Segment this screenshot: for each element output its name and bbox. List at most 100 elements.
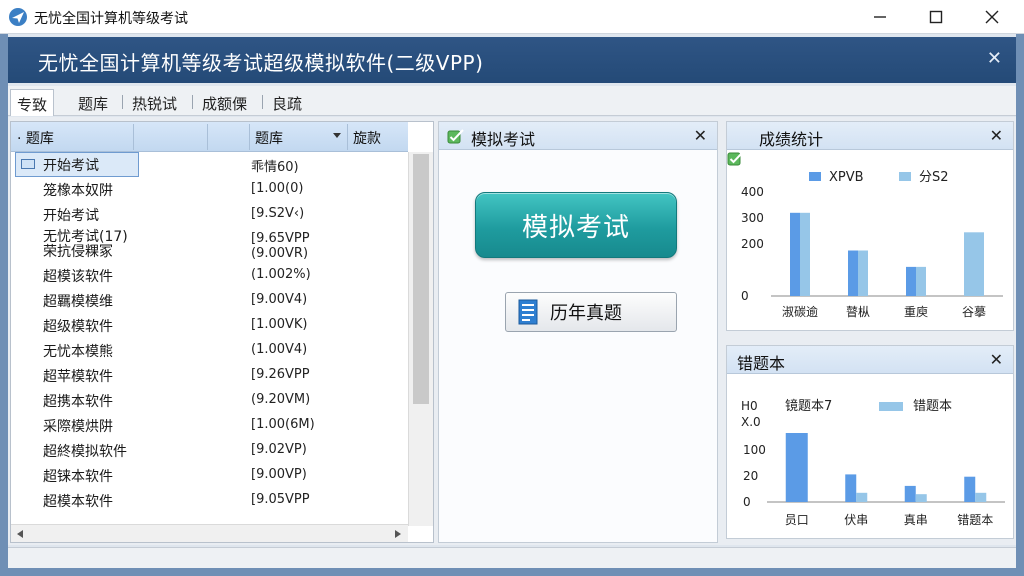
- tab-reruishi[interactable]: 热锐试: [126, 89, 183, 116]
- row-value: [1.00(0): [251, 181, 304, 196]
- start-mock-exam-button[interactable]: 模拟考试: [475, 192, 677, 258]
- row-name: 超終模拟软件: [43, 444, 127, 460]
- table-row[interactable]: 超携本软件 (9.20VM): [11, 388, 408, 413]
- x-tick-label: 淑碳逾: [782, 304, 818, 319]
- table-row[interactable]: 开始考试 [9.S2V‹): [11, 202, 408, 227]
- app-banner: 无忧全国计算机等级考试超级模拟软件(二级VPP) ✕: [8, 37, 1016, 83]
- y-tick-label: 0: [743, 495, 751, 509]
- table-row[interactable]: 无忧本模熊 (1.00V4): [11, 338, 408, 363]
- column-divider: [347, 124, 348, 150]
- table-row[interactable]: 超模本软件 [9.05VPP: [11, 488, 408, 513]
- table-row[interactable]: 采際模烘阱 [1.00(6M): [11, 413, 408, 438]
- document-icon: [518, 299, 538, 325]
- scroll-left-icon[interactable]: [17, 530, 23, 538]
- past-exams-button[interactable]: 历年真题: [505, 292, 677, 332]
- bar-series-2: [856, 492, 868, 502]
- close-window-button[interactable]: [964, 0, 1020, 34]
- table-row[interactable]: 超羈模模维 [9.00V4): [11, 288, 408, 313]
- scroll-right-icon[interactable]: [395, 530, 401, 538]
- mock-exam-panel: 模拟考试 ✕ 模拟考试 历年真题: [438, 121, 718, 543]
- table-row[interactable]: 超级模软件 [1.00VK): [11, 313, 408, 338]
- wrong-questions-panel-title: 错题本: [737, 354, 786, 373]
- bar-series-1: [964, 476, 976, 502]
- status-bar: [8, 547, 1016, 568]
- column-header-tiku-2[interactable]: 题库: [255, 128, 283, 148]
- row-name: 采際模烘阱: [43, 419, 113, 435]
- row-name: 超模本软件: [43, 494, 113, 510]
- bar-series-2: [915, 494, 927, 502]
- wrong-questions-chart: H0 X.0 镜题本7 错题本 100 20 0 员口 伏串 真串 错题本: [741, 399, 1005, 527]
- mock-exam-panel-header: 模拟考试 ✕: [439, 122, 717, 150]
- horizontal-scrollbar[interactable]: [11, 524, 408, 542]
- tab-chengji[interactable]: 成额傈: [196, 89, 253, 116]
- legend-label-series-2: 分S2: [919, 170, 949, 185]
- row-name: 超携本软件: [43, 394, 113, 410]
- row-name: 超苹模软件: [43, 369, 113, 385]
- wrong-questions-panel-close[interactable]: ✕: [990, 350, 1003, 369]
- tab-tiku[interactable]: 题库: [72, 89, 114, 116]
- row-value: [9.26VPP: [251, 367, 310, 382]
- row-value: [9.00VP): [251, 467, 307, 482]
- row-name: 超铼本软件: [43, 469, 113, 485]
- y-axis-top-label: H0: [741, 399, 758, 413]
- row-value: (1.00V4): [251, 342, 308, 357]
- tab-separator: [122, 95, 123, 109]
- tab-liangshu[interactable]: 良疏: [266, 89, 308, 116]
- wrong-questions-panel-header: 错题本 ✕: [727, 346, 1013, 374]
- table-row[interactable]: 超苹模软件 [9.26VPP: [11, 363, 408, 388]
- table-row[interactable]: 无忧考试(17) 荣抗侵粿冢 [9.65VPP (9.00VR): [11, 227, 408, 263]
- sort-down-icon[interactable]: [333, 133, 341, 138]
- x-tick-label: 重庾: [904, 304, 928, 319]
- question-bank-list: · 题库 题库 旋款 开始考试 乖情60) 笼橡本奴阱 [1.00(0) 开始考试 [9.…: [10, 121, 434, 543]
- row-value: 乖情60): [251, 160, 299, 175]
- tab-separator: [192, 95, 193, 109]
- banner-title: 无忧全国计算机等级考试超级模拟软件(二级VPP): [38, 51, 484, 75]
- mock-exam-panel-close[interactable]: ✕: [694, 126, 707, 145]
- past-exams-label: 历年真题: [550, 303, 622, 324]
- legend-label-series-1: 错题本: [913, 399, 952, 414]
- column-divider: [133, 124, 134, 150]
- tab-bar: 专致 题库 热锐试 成额傈 良疏: [8, 86, 1016, 116]
- bar-series-2: [964, 232, 984, 296]
- column-header-tiku[interactable]: · 题库: [17, 128, 54, 148]
- score-stats-panel-close[interactable]: ✕: [990, 126, 1003, 145]
- table-row[interactable]: 超終模拟软件 [9.02VP): [11, 438, 408, 463]
- table-row[interactable]: 超模该软件 (1.002%): [11, 263, 408, 288]
- row-name: 超羈模模维: [43, 294, 113, 310]
- bar-series-1: [845, 474, 857, 502]
- legend-swatch-series-1: [879, 402, 903, 411]
- row-name: 开始考试: [43, 208, 99, 224]
- table-row[interactable]: 超铼本软件 [9.00VP): [11, 463, 408, 488]
- table-row[interactable]: 开始考试 乖情60): [11, 152, 408, 177]
- chart-note: 镜题本7: [785, 399, 832, 414]
- row-name: 笼橡本奴阱: [43, 183, 113, 199]
- x-tick-label: 谷摹: [962, 305, 986, 319]
- row-name: 无忧考试(17) 荣抗侵粿冢: [43, 229, 128, 260]
- window-titlebar: 无忧全国计算机等级考试: [0, 0, 1024, 34]
- score-stats-panel-title: 成绩统计: [759, 130, 824, 149]
- score-stats-panel: 成绩统计 ✕ XPVB 分S2 400 300 200 0 淑碳逾 瞽枞 重庾 谷摹: [726, 121, 1014, 331]
- vertical-scrollbar[interactable]: [408, 152, 433, 526]
- row-value: (9.20VM): [251, 392, 311, 407]
- minimize-button[interactable]: [852, 0, 908, 34]
- legend-swatch-series-1: [809, 172, 821, 181]
- row-value: [9.05VPP: [251, 492, 310, 507]
- minimize-icon: [874, 16, 886, 18]
- wrong-questions-panel: 错题本 ✕ H0 X.0 镜题本7 错题本 100 20 0 员口 伏串 真串 错题本: [726, 345, 1014, 539]
- main-area: · 题库 题库 旋款 开始考试 乖情60) 笼橡本奴阱 [1.00(0) 开始考试 [9.…: [8, 117, 1016, 545]
- scrollbar-thumb[interactable]: [413, 154, 429, 404]
- table-row[interactable]: 笼橡本奴阱 [1.00(0): [11, 177, 408, 202]
- item-icon: [21, 159, 35, 169]
- row-name: 超模该软件: [43, 269, 113, 285]
- app-logo-icon: [9, 8, 27, 26]
- banner-close-button[interactable]: ✕: [987, 48, 1002, 69]
- tab-zhuanzhi[interactable]: 专致: [10, 89, 55, 116]
- y-tick-label: 300: [741, 211, 764, 225]
- column-header-xuankuan[interactable]: 旋款: [353, 128, 381, 148]
- legend-label-series-1: XPVB: [829, 170, 864, 185]
- score-stats-chart: XPVB 分S2 400 300 200 0 淑碳逾 瞽枞 重庾 谷摹: [741, 170, 1003, 319]
- maximize-button[interactable]: [908, 0, 964, 34]
- score-stats-panel-header: 成绩统计 ✕: [727, 122, 1013, 166]
- maximize-icon: [929, 10, 943, 24]
- bar-series-1: [904, 485, 916, 502]
